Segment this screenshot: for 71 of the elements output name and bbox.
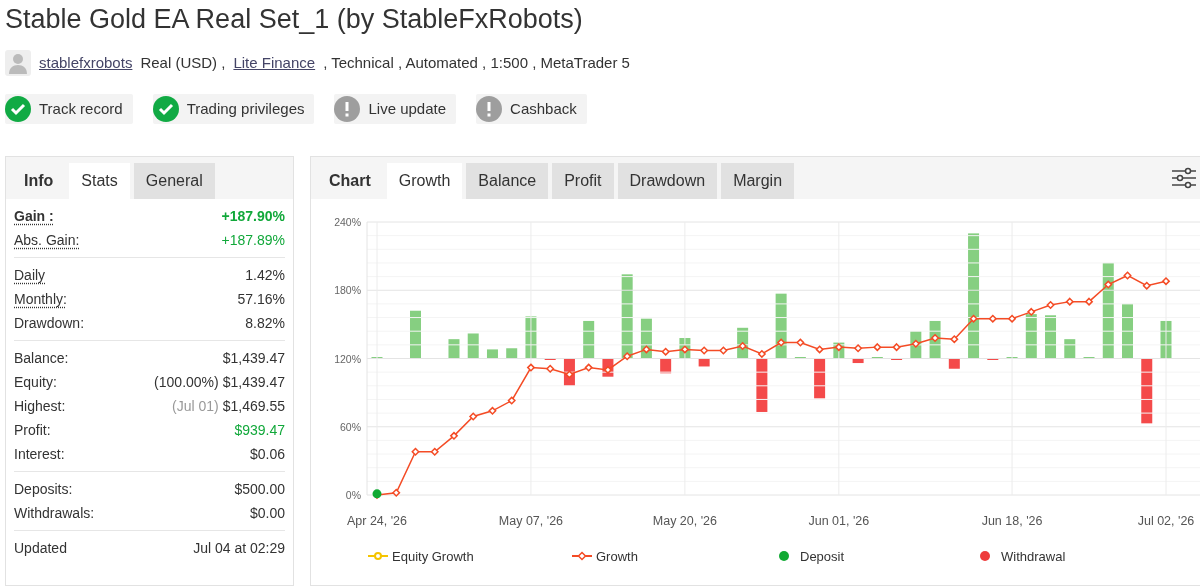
data-point — [1142, 281, 1152, 290]
stat-value: Jul 04 at 02:29 — [193, 539, 285, 556]
legend-label: Deposit — [800, 548, 845, 564]
account-info: , Technical , Automated , 1:500 , MetaTrader 5 — [323, 52, 630, 73]
axis-label: 180% — [334, 284, 361, 297]
data-point — [930, 333, 940, 343]
stat-label: Abs. Gain: — [14, 230, 80, 250]
badge-label: Track record — [39, 98, 123, 119]
data-point — [622, 351, 632, 361]
deposit-point — [372, 489, 382, 499]
tab[interactable]: Balance — [466, 163, 549, 199]
panel-heading: Info — [23, 171, 55, 191]
stat-label: Equity: — [14, 372, 57, 392]
axis-label: May 07, '26 — [498, 514, 564, 528]
stat-value: $500.00 — [234, 480, 285, 497]
badge-label: Trading privileges — [186, 98, 305, 119]
tab[interactable]: Stats — [69, 163, 130, 199]
legend-label: Growth — [596, 548, 638, 564]
stat-label: Profit: — [14, 420, 51, 440]
axis-label: 120% — [334, 352, 361, 365]
stat-value: 8.82% — [245, 314, 285, 331]
axis-label: Jul 02, '26 — [1137, 514, 1195, 528]
data-point — [526, 363, 536, 372]
stat-note: (Jul 01) — [172, 397, 219, 414]
stat-value: 1.42% — [245, 266, 285, 283]
broker-link[interactable]: Lite Finance — [233, 51, 316, 75]
data-point — [391, 488, 401, 497]
stat-value: $1,439.47 — [222, 373, 285, 390]
user-link[interactable]: stablefxrobots — [39, 51, 133, 75]
stat-value: $0.06 — [249, 445, 285, 462]
stat-value: $1,469.55 — [222, 397, 285, 414]
stat-label: Daily — [14, 265, 46, 285]
avatar-icon — [5, 50, 31, 76]
stat-label: Gain : — [14, 206, 54, 226]
account-info: Real (USD) , — [140, 52, 226, 73]
tab[interactable]: Drawdown — [617, 163, 718, 199]
tab[interactable]: Profit — [552, 163, 614, 199]
stat-value: $939.47 — [234, 421, 285, 438]
tab[interactable]: Growth — [386, 163, 463, 199]
stat-value: +187.89% — [221, 231, 285, 248]
panel-heading: Chart — [328, 171, 372, 191]
legend-label: Withdrawal — [1001, 548, 1066, 564]
stat-value: $1,439.47 — [222, 349, 285, 366]
filter-icon[interactable] — [1172, 167, 1196, 189]
data-point — [661, 347, 670, 356]
legend-label: Equity Growth — [392, 548, 474, 564]
axis-label: Jun 18, '26 — [981, 514, 1043, 528]
stat-note: (100.00%) — [154, 373, 219, 390]
axis-label: Apr 24, '26 — [346, 514, 408, 528]
tab[interactable]: General — [133, 163, 215, 199]
axis-label: Jun 01, '26 — [808, 514, 870, 528]
stat-value: $0.00 — [249, 504, 285, 521]
stat-label: Deposits: — [14, 479, 73, 499]
data-point — [1104, 280, 1113, 289]
axis-label: 0% — [345, 489, 361, 501]
stat-label: Drawdown: — [14, 313, 85, 333]
badge-label: Live update — [368, 98, 447, 119]
stat-label: Highest: — [14, 396, 66, 416]
page-title: Stable Gold EA Real Set_1 (by StableFxRobots) — [5, 3, 584, 36]
axis-label: 240% — [334, 216, 361, 228]
axis-label: 60% — [340, 420, 361, 433]
stat-label: Monthly: — [14, 289, 67, 309]
stat-label: Updated — [14, 538, 67, 558]
stat-label: Interest: — [14, 444, 65, 464]
badge-label: Cashback — [510, 98, 577, 119]
tab[interactable]: Margin — [721, 163, 795, 199]
stat-label: Withdrawals: — [14, 503, 95, 523]
stat-value: +187.90% — [221, 207, 285, 224]
stat-label: Balance: — [14, 348, 69, 368]
stat-value: 57.16% — [237, 290, 285, 307]
axis-label: May 20, '26 — [652, 514, 717, 528]
